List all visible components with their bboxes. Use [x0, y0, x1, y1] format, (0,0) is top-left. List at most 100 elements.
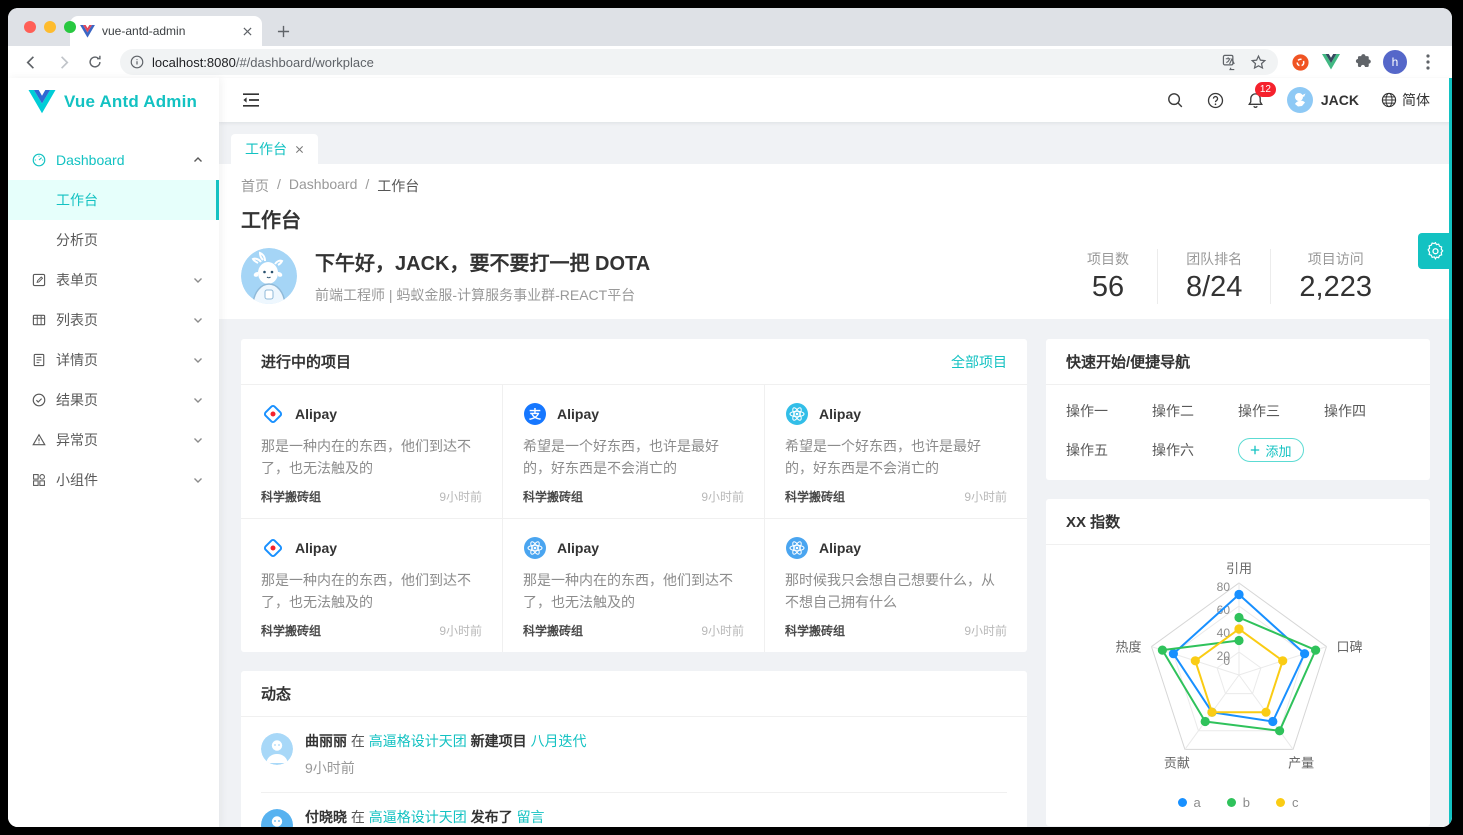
forward-icon[interactable]: [50, 49, 76, 75]
breadcrumb-section[interactable]: Dashboard: [289, 176, 358, 196]
sidebar: Vue Antd Admin Dashboard 工作台 分析页: [8, 78, 219, 827]
user-menu[interactable]: JACK: [1287, 87, 1359, 113]
stat-value: 8/24: [1186, 271, 1242, 304]
address-bar[interactable]: localhost:8080/#/dashboard/workplace: [120, 49, 1278, 75]
project-name[interactable]: Alipay: [557, 406, 599, 422]
activity-user[interactable]: 曲丽丽: [305, 733, 347, 749]
project-group[interactable]: 科学搬砖组: [261, 622, 321, 639]
sidebar-item-workplace[interactable]: 工作台: [8, 180, 219, 220]
sidebar-item-dashboard[interactable]: Dashboard: [8, 140, 219, 180]
sidebar-item-analysis[interactable]: 分析页: [8, 220, 219, 260]
sidebar-item-label: 详情页: [56, 350, 193, 370]
project-name[interactable]: Alipay: [295, 540, 337, 556]
legend-item-b[interactable]: b: [1227, 795, 1250, 810]
legend-item-a[interactable]: a: [1178, 795, 1201, 810]
project-item[interactable]: Alipay 希望是一个好东西，也许是最好的，好东西是不会消亡的 科学搬砖组9小…: [765, 385, 1027, 519]
quicknav-link-1[interactable]: 操作一: [1066, 401, 1152, 421]
search-icon[interactable]: [1167, 91, 1185, 109]
welcome-banner: 下午好，JACK，要不要打一把 DOTA 前端工程师 | 蚂蚁金服-计算服务事业…: [241, 247, 1430, 319]
project-name[interactable]: Alipay: [557, 540, 599, 556]
kebab-menu-icon[interactable]: [1418, 52, 1438, 72]
extensions-puzzle-icon[interactable]: [1352, 52, 1372, 72]
reload-icon[interactable]: [82, 49, 108, 75]
appstore-icon: [32, 473, 46, 487]
translate-icon[interactable]: [1220, 52, 1240, 72]
quicknav-link-3[interactable]: 操作三: [1238, 401, 1324, 421]
tab-label: 工作台: [245, 139, 287, 159]
quicknav-link-4[interactable]: 操作四: [1324, 401, 1410, 421]
site-info-icon[interactable]: [130, 55, 144, 69]
adblock-extension-icon[interactable]: [1290, 52, 1310, 72]
legend-item-c[interactable]: c: [1276, 795, 1299, 810]
table-icon: [32, 313, 46, 327]
app-logo[interactable]: Vue Antd Admin: [8, 78, 219, 126]
activity-target-link[interactable]: 高逼格设计天团: [369, 733, 467, 749]
breadcrumb-home[interactable]: 首页: [241, 176, 269, 196]
sidebar-item-lists[interactable]: 列表页: [8, 300, 219, 340]
legend-dot: [1276, 798, 1285, 807]
activity-object-link[interactable]: 八月迭代: [531, 733, 587, 749]
help-icon[interactable]: [1207, 91, 1225, 109]
project-name[interactable]: Alipay: [819, 406, 861, 422]
browser-window: vue-antd-admin localhost:8080/#/dashboar…: [8, 8, 1452, 827]
activity-action: 新建项目: [471, 733, 527, 749]
project-item[interactable]: 支Alipay 希望是一个好东西，也许是最好的，好东西是不会消亡的 科学搬砖组9…: [503, 385, 765, 519]
settings-gear-button[interactable]: [1418, 233, 1452, 269]
notification-badge: 12: [1255, 82, 1276, 97]
sidebar-item-forms[interactable]: 表单页: [8, 260, 219, 300]
activity-item: 付晓晓 在 高逼格设计天团 发布了 留言 9小时前: [261, 793, 1007, 827]
user-name: JACK: [1321, 92, 1359, 108]
close-window-button[interactable]: [24, 21, 36, 33]
language-switcher[interactable]: 简体: [1381, 90, 1430, 110]
tab-close-icon[interactable]: [243, 27, 252, 36]
new-tab-button[interactable]: [270, 18, 296, 44]
tab-workplace[interactable]: 工作台: [231, 134, 318, 164]
svg-text:引用: 引用: [1226, 561, 1252, 576]
chevron-down-icon: [193, 275, 203, 285]
activity-target-link[interactable]: 高逼格设计天团: [369, 809, 467, 825]
browser-profile-avatar[interactable]: h: [1383, 50, 1407, 74]
project-name[interactable]: Alipay: [295, 406, 337, 422]
content-area: 进行中的项目 全部项目 Alipay 那是一种内在的东西，他们到达不了，也无法触…: [219, 319, 1452, 827]
bookmark-star-icon[interactable]: [1248, 52, 1268, 72]
project-item[interactable]: Alipay 那是一种内在的东西，他们到达不了，也无法触及的 科学搬砖组9小时前: [241, 385, 503, 519]
quicknav-link-6[interactable]: 操作六: [1152, 440, 1238, 460]
sidebar-item-widgets[interactable]: 小组件: [8, 460, 219, 500]
project-name[interactable]: Alipay: [819, 540, 861, 556]
vue-devtools-icon[interactable]: [1321, 52, 1341, 72]
all-projects-link[interactable]: 全部项目: [951, 352, 1007, 372]
legend-label: c: [1292, 795, 1299, 810]
tab-close-icon[interactable]: [295, 145, 304, 154]
project-group[interactable]: 科学搬砖组: [261, 488, 321, 505]
add-quicknav-button[interactable]: 添加: [1238, 438, 1304, 462]
activity-object-link[interactable]: 留言: [517, 809, 545, 825]
url-text[interactable]: localhost:8080/#/dashboard/workplace: [152, 55, 1212, 70]
chevron-down-icon: [193, 355, 203, 365]
zoom-window-button[interactable]: [64, 21, 76, 33]
notifications-bell[interactable]: 12: [1247, 91, 1265, 109]
browser-tab-strip: vue-antd-admin: [8, 8, 1452, 46]
project-item[interactable]: Alipay 那是一种内在的东西，他们到达不了，也无法触及的 科学搬砖组9小时前: [503, 519, 765, 652]
app-root: Vue Antd Admin Dashboard 工作台 分析页: [8, 78, 1452, 827]
project-group[interactable]: 科学搬砖组: [785, 488, 845, 505]
project-group[interactable]: 科学搬砖组: [523, 622, 583, 639]
project-group[interactable]: 科学搬砖组: [785, 622, 845, 639]
extension-icons: h: [1290, 50, 1442, 74]
browser-tab[interactable]: vue-antd-admin: [70, 16, 262, 46]
plus-icon: [1250, 445, 1260, 455]
app-header: 12 JACK 简体: [219, 78, 1452, 122]
minimize-window-button[interactable]: [44, 21, 56, 33]
quicknav-link-2[interactable]: 操作二: [1152, 401, 1238, 421]
sidebar-item-results[interactable]: 结果页: [8, 380, 219, 420]
menu-fold-icon[interactable]: [241, 90, 261, 110]
index-chart-header: XX 指数: [1046, 499, 1430, 545]
sidebar-item-details[interactable]: 详情页: [8, 340, 219, 380]
back-icon[interactable]: [18, 49, 44, 75]
activity-user[interactable]: 付晓晓: [305, 809, 347, 825]
sidebar-item-exceptions[interactable]: 异常页: [8, 420, 219, 460]
chevron-down-icon: [193, 395, 203, 405]
project-item[interactable]: Alipay 那是一种内在的东西，他们到达不了，也无法触及的 科学搬砖组9小时前: [241, 519, 503, 652]
project-group[interactable]: 科学搬砖组: [523, 488, 583, 505]
project-item[interactable]: Alipay 那时候我只会想自己想要什么，从不想自己拥有什么 科学搬砖组9小时前: [765, 519, 1027, 652]
quicknav-link-5[interactable]: 操作五: [1066, 440, 1152, 460]
